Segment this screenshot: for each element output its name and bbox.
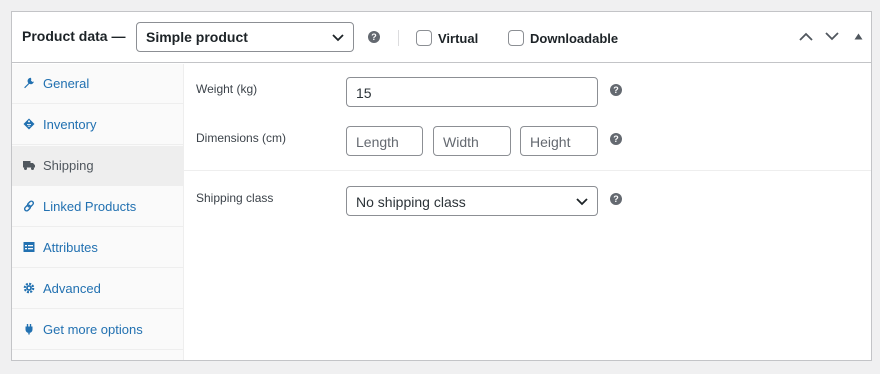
downloadable-label: Downloadable xyxy=(530,31,619,46)
length-input[interactable]: Length xyxy=(346,126,423,156)
length-placeholder: Length xyxy=(356,134,399,150)
tab-advanced[interactable]: Advanced xyxy=(12,269,183,309)
tab-linked-products[interactable]: Linked Products xyxy=(12,187,183,227)
height-input[interactable]: Height xyxy=(520,126,598,156)
width-placeholder: Width xyxy=(443,134,479,150)
downloadable-checkbox[interactable] xyxy=(508,30,524,46)
tab-attributes[interactable]: Attributes xyxy=(12,228,183,268)
collapse-toggle-icon[interactable] xyxy=(854,33,863,40)
section-divider xyxy=(184,170,871,171)
tab-inventory[interactable]: Inventory xyxy=(12,105,183,145)
tab-label: Linked Products xyxy=(43,199,137,214)
plugin-icon xyxy=(25,324,33,335)
product-type-select[interactable]: Simple product xyxy=(136,22,354,52)
dimensions-label: Dimensions (cm) xyxy=(196,131,287,145)
weight-input[interactable]: 15 xyxy=(346,77,598,107)
truck-icon xyxy=(23,161,35,170)
tab-label: Get more options xyxy=(43,322,143,337)
tag-icon xyxy=(23,118,35,130)
tab-get-more-options[interactable]: Get more options xyxy=(12,310,183,350)
tab-label: Attributes xyxy=(43,240,98,255)
tab-general[interactable]: General xyxy=(12,64,183,104)
help-icon[interactable]: ? xyxy=(610,193,622,205)
wrench-icon xyxy=(24,77,34,89)
panel-header: Product data — Simple product ? Virtual … xyxy=(12,12,871,63)
weight-value: 15 xyxy=(356,85,372,101)
help-icon[interactable]: ? xyxy=(368,31,380,43)
link-icon xyxy=(23,200,35,212)
chevron-down-icon xyxy=(332,34,344,42)
help-icon[interactable]: ? xyxy=(610,84,622,96)
virtual-label: Virtual xyxy=(438,31,479,46)
virtual-checkbox[interactable] xyxy=(416,30,432,46)
tab-label: Shipping xyxy=(43,158,94,173)
panel-title: Product data — xyxy=(22,28,126,44)
weight-label: Weight (kg) xyxy=(196,82,258,96)
shipping-class-value: No shipping class xyxy=(356,194,466,210)
width-input[interactable]: Width xyxy=(433,126,511,156)
move-up-icon[interactable] xyxy=(799,32,813,41)
product-data-panel: Product data — Simple product ? Virtual … xyxy=(11,11,872,361)
gear-icon xyxy=(23,282,35,294)
header-divider xyxy=(398,30,399,46)
chevron-down-icon xyxy=(576,198,588,206)
tab-shipping[interactable]: Shipping xyxy=(12,146,183,186)
list-icon xyxy=(23,242,35,252)
tab-label: Advanced xyxy=(43,281,101,296)
product-type-value: Simple product xyxy=(146,29,248,45)
help-icon[interactable]: ? xyxy=(610,133,622,145)
product-data-tabs: General Inventory Shipping Linked Produc… xyxy=(12,64,184,360)
tab-label: General xyxy=(43,76,90,91)
shipping-class-select[interactable]: No shipping class xyxy=(346,186,598,216)
height-placeholder: Height xyxy=(530,134,571,150)
move-down-icon[interactable] xyxy=(825,32,839,41)
shipping-class-label: Shipping class xyxy=(196,191,274,205)
tab-label: Inventory xyxy=(43,117,97,132)
